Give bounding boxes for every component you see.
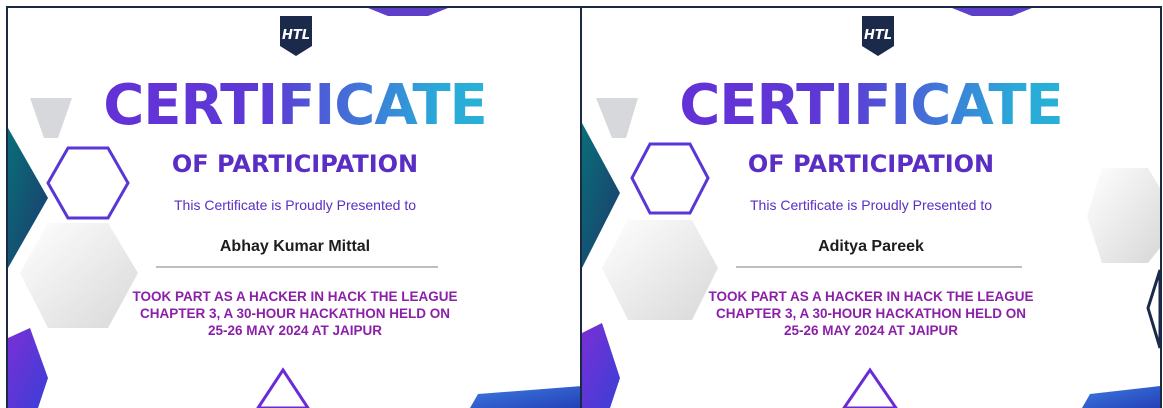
certificate-title: CERTIFICATE [8, 78, 582, 134]
htl-logo: HTL [862, 16, 894, 56]
certificate-abhay: HTL CERTIFICATE OF PARTICIPATION This Ce… [6, 6, 582, 408]
description-line: TOOK PART AS A HACKER IN HACK THE LEAGUE [132, 289, 458, 304]
description-line: 25-26 MAY 2024 AT JAIPUR [207, 323, 383, 338]
htl-logo: HTL [280, 16, 312, 56]
name-underline [736, 266, 1022, 268]
certificate-title: CERTIFICATE [582, 78, 1160, 134]
description-line: TOOK PART AS A HACKER IN HACK THE LEAGUE [708, 289, 1034, 304]
description-line: CHAPTER 3, A 30-HOUR HACKATHON HELD ON [139, 306, 450, 321]
description-line: 25-26 MAY 2024 AT JAIPUR [783, 323, 959, 338]
svg-text:HTL: HTL [282, 28, 310, 43]
presented-text: This Certificate is Proudly Presented to [174, 197, 416, 213]
certificate-aditya: HTL CERTIFICATE OF PARTICIPATION This Ce… [580, 6, 1162, 408]
svg-text:HTL: HTL [864, 28, 892, 43]
description-line: CHAPTER 3, A 30-HOUR HACKATHON HELD ON [715, 306, 1026, 321]
recipient-name: Aditya Pareek [818, 238, 924, 255]
certificate-subtitle: OF PARTICIPATION [171, 150, 419, 178]
participation-description: TOOK PART AS A HACKER IN HACK THE LEAGUE… [582, 288, 1160, 339]
presented-text: This Certificate is Proudly Presented to [750, 197, 992, 213]
participation-description: TOOK PART AS A HACKER IN HACK THE LEAGUE… [8, 288, 582, 339]
recipient-name: Abhay Kumar Mittal [219, 238, 371, 255]
certificate-subtitle: OF PARTICIPATION [747, 150, 995, 178]
name-underline [156, 266, 438, 268]
